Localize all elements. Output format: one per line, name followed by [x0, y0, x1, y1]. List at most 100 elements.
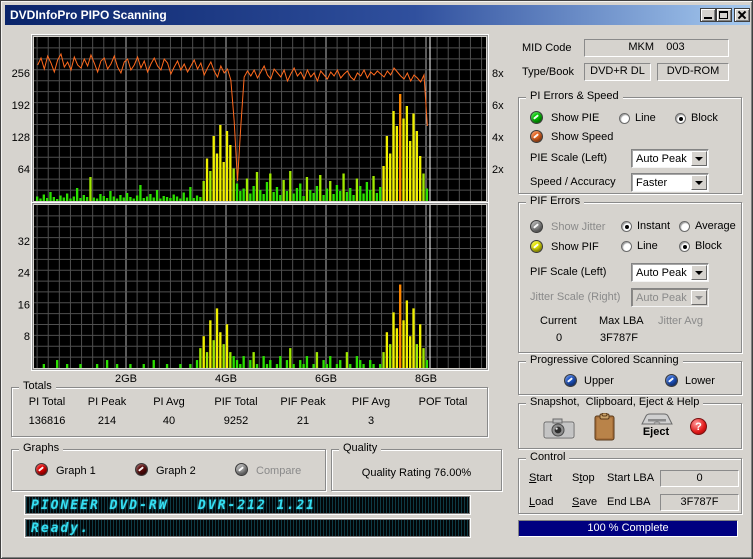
max-lba-value: 3F787F [600, 332, 638, 344]
end-lba-field[interactable]: 3F787F [660, 494, 739, 511]
pif-line-radio[interactable] [621, 241, 632, 252]
totals-header: PIF Peak [280, 396, 326, 408]
max-lba-label: Max LBA [599, 315, 644, 327]
jitter-scale-select: Auto Peak [631, 288, 709, 307]
book-type-value: DVD-ROM [657, 63, 729, 81]
svg-text:4x: 4x [492, 132, 504, 144]
snapshot-group-title: Snapshot, Clipboard, Eject & Help [526, 396, 704, 408]
show-speed-label: Show Speed [551, 131, 614, 143]
pif-block-label: Block [695, 240, 722, 252]
svg-text:64: 64 [18, 164, 30, 176]
control-group-title: Control [526, 451, 570, 463]
svg-text:256: 256 [12, 68, 30, 80]
jitter-instant-radio[interactable] [621, 221, 632, 232]
graph2-led[interactable] [135, 463, 148, 476]
clipboard-icon[interactable] [594, 413, 615, 441]
close-icon [735, 9, 749, 21]
svg-text:8: 8 [24, 331, 30, 343]
svg-text:8GB: 8GB [415, 373, 437, 385]
show-pif-label: Show PIF [551, 241, 599, 253]
pie-scale-select[interactable]: Auto Peak [631, 149, 709, 168]
progressive-scanning-group: Progressive Colored Scanning Upper Lower [518, 354, 742, 395]
svg-text:2x: 2x [492, 164, 504, 176]
minimize-button[interactable] [700, 8, 716, 22]
pif-scale-dropdown-arrow-icon[interactable] [691, 265, 707, 280]
jitter-scale-label: Jitter Scale (Right) [530, 291, 621, 303]
end-lba-label: End LBA [607, 496, 651, 508]
show-pie-led[interactable] [530, 111, 543, 124]
upper-label: Upper [584, 375, 614, 387]
totals-value: 136816 [28, 415, 66, 427]
jitter-average-radio[interactable] [679, 221, 690, 232]
progress-bar: 100 % Complete [518, 520, 738, 537]
save-button[interactable]: Save [572, 496, 597, 508]
pie-scale-dropdown-arrow-icon[interactable] [691, 151, 707, 166]
totals-value: 3 [367, 415, 375, 427]
svg-text:6GB: 6GB [315, 373, 337, 385]
jitter-avg-label: Jitter Avg [658, 315, 704, 327]
show-jitter-label: Show Jitter [551, 221, 606, 233]
show-pif-led[interactable] [530, 240, 543, 253]
start-button[interactable]: Start [529, 472, 552, 484]
pif-line-label: Line [637, 240, 658, 252]
pie-line-radio[interactable] [619, 113, 630, 124]
pif-block-radio[interactable] [679, 241, 690, 252]
close-button[interactable] [734, 8, 750, 22]
speed-accuracy-select[interactable]: Faster [631, 173, 709, 192]
maximize-button[interactable] [716, 8, 732, 22]
compare-led [235, 463, 248, 476]
speed-accuracy-value: Faster [636, 177, 668, 189]
svg-text:24: 24 [18, 268, 30, 280]
window-title: DVDInfoPro PIPO Scanning [10, 8, 167, 22]
totals-header: PI Peak [87, 396, 127, 408]
svg-text:192: 192 [12, 100, 30, 112]
pif-scale-select[interactable]: Auto Peak [631, 263, 709, 282]
minimize-icon [704, 17, 712, 19]
pif-errors-group: PIF Errors Show Jitter Instant Average S… [518, 195, 742, 353]
progressive-group-title: Progressive Colored Scanning [526, 354, 683, 366]
drive-info-display: PIONEER DVD-RW DVR-212 1.21 [25, 496, 470, 514]
lower-label: Lower [685, 375, 715, 387]
graph2-label: Graph 2 [156, 465, 196, 477]
speed-accuracy-label: Speed / Accuracy [530, 176, 616, 188]
mid-code-label: MID Code [522, 42, 572, 54]
totals-value: 21 [296, 415, 310, 427]
snapshot-group: Snapshot, Clipboard, Eject & Help Eject [518, 396, 742, 449]
show-jitter-led[interactable] [530, 220, 543, 233]
title-bar[interactable]: DVDInfoPro PIPO Scanning [5, 5, 750, 25]
svg-text:128: 128 [12, 132, 30, 144]
graphs-group: Graphs Graph 1 Graph 2 Compare [11, 442, 326, 491]
totals-value: 214 [97, 415, 117, 427]
totals-value: 40 [162, 415, 176, 427]
graph1-label: Graph 1 [56, 465, 96, 477]
pie-block-radio[interactable] [675, 113, 686, 124]
stop-button[interactable]: Stop [572, 472, 595, 484]
totals-header: PIF Avg [351, 396, 391, 408]
start-lba-field[interactable]: 0 [660, 470, 739, 487]
camera-icon[interactable] [543, 418, 575, 439]
load-button[interactable]: Load [529, 496, 553, 508]
lower-led[interactable] [665, 374, 678, 387]
mid-code-value: MKM 003 [584, 39, 729, 57]
jitter-scale-value: Auto Peak [636, 292, 687, 304]
disc-type-value: DVD+R DL [584, 63, 651, 81]
pif-scale-label: PIF Scale (Left) [530, 266, 607, 278]
eject-button[interactable]: Eject [636, 413, 676, 441]
pi-errors-speed-group: PI Errors & Speed Show PIE Line Block Sh… [518, 90, 742, 194]
control-group: Control Start Stop Start LBA 0 Load Save… [518, 451, 742, 514]
status-display: Ready. [25, 519, 470, 537]
totals-header: POF Total [418, 396, 468, 408]
jitter-instant-label: Instant [637, 220, 671, 232]
graphs-group-title: Graphs [19, 442, 64, 454]
show-pie-label: Show PIE [551, 112, 600, 124]
graph1-led[interactable] [35, 463, 48, 476]
jitter-scale-dropdown-arrow-icon [691, 290, 707, 305]
svg-text:32: 32 [18, 236, 30, 248]
quality-group-title: Quality [339, 442, 382, 454]
help-icon[interactable] [690, 418, 707, 435]
show-speed-led[interactable] [530, 130, 543, 143]
upper-led[interactable] [564, 374, 577, 387]
pi-group-title: PI Errors & Speed [526, 90, 623, 102]
speed-accuracy-dropdown-arrow-icon[interactable] [691, 175, 707, 190]
svg-text:6x: 6x [492, 100, 504, 112]
